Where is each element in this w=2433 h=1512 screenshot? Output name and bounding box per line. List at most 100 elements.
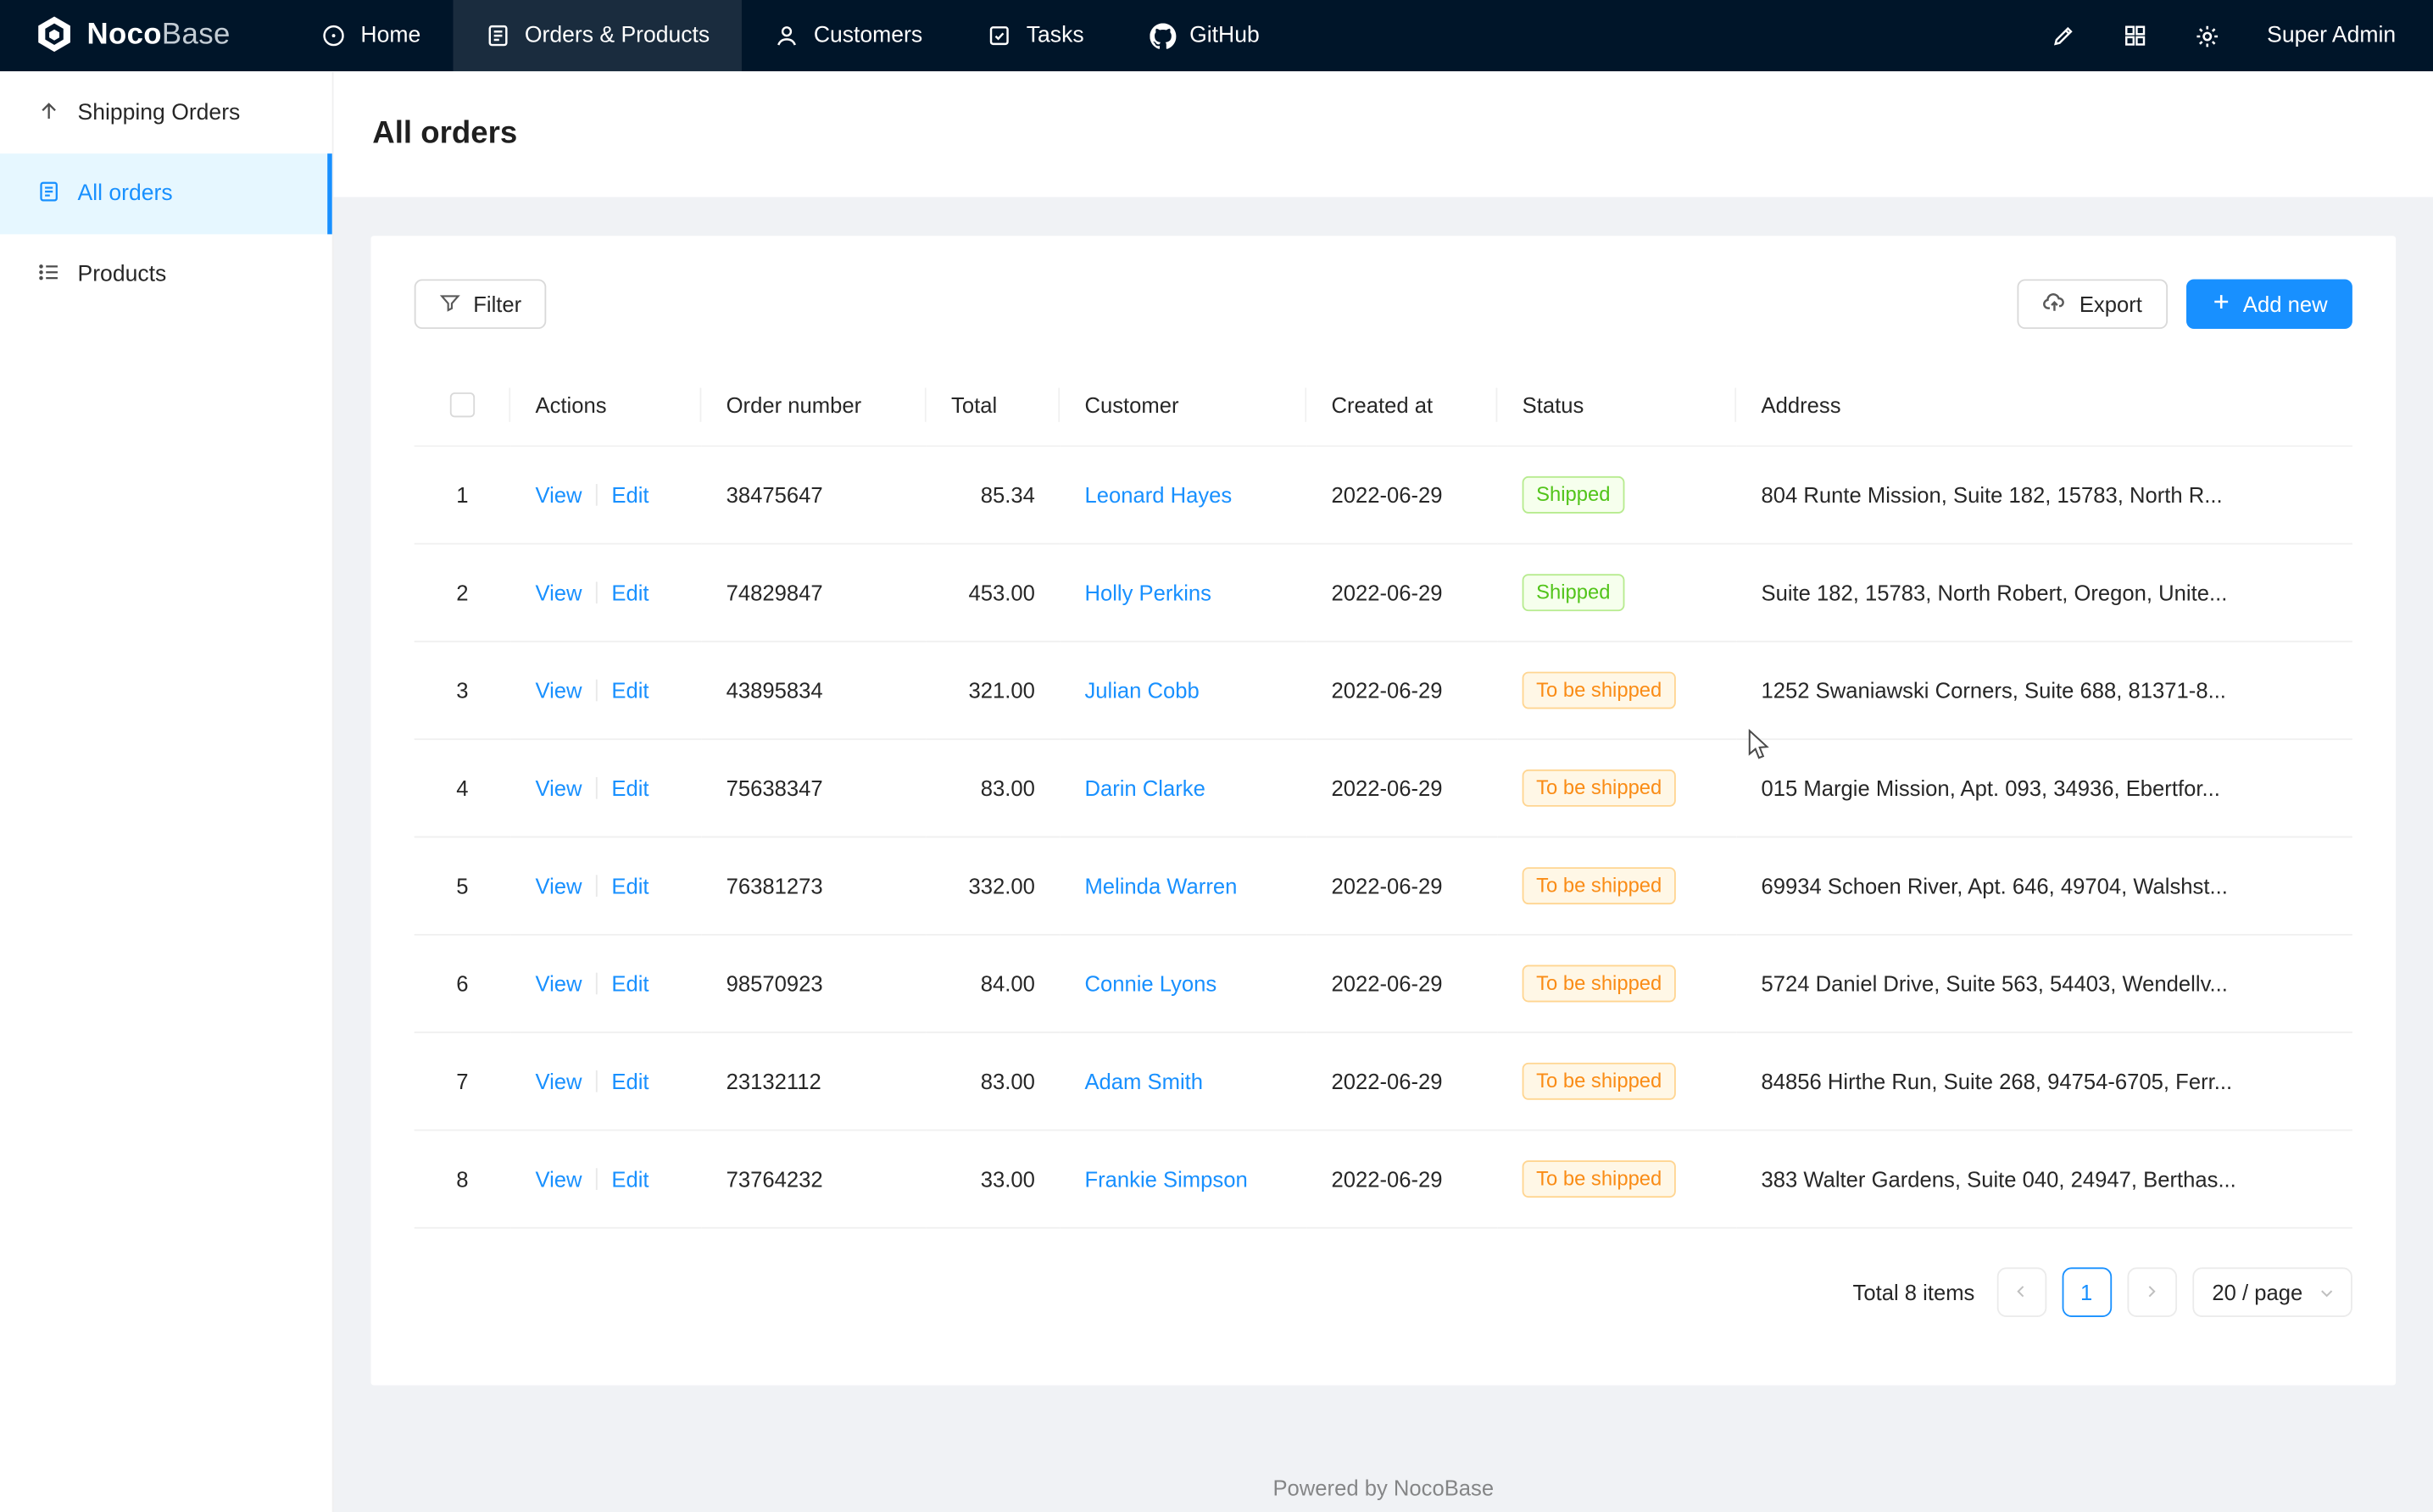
nav-item-orders-products[interactable]: Orders & Products bbox=[454, 0, 743, 71]
view-link[interactable]: View bbox=[535, 776, 582, 801]
order-number-cell: 74829847 bbox=[701, 544, 926, 642]
customer-link[interactable]: Julian Cobb bbox=[1084, 678, 1199, 703]
view-link[interactable]: View bbox=[535, 971, 582, 996]
brand-logo[interactable]: NocoBase bbox=[0, 14, 264, 58]
action-divider bbox=[596, 1071, 598, 1093]
sidebar-item-products[interactable]: Products bbox=[0, 234, 332, 314]
row-index: 6 bbox=[415, 935, 510, 1032]
page-size-select[interactable]: 20 / page bbox=[2192, 1268, 2352, 1318]
next-page-button[interactable] bbox=[2127, 1268, 2177, 1318]
sidebar-item-all-orders[interactable]: All orders bbox=[0, 153, 332, 234]
total-cell: 321.00 bbox=[927, 642, 1060, 739]
nav-item-home[interactable]: Home bbox=[289, 0, 453, 71]
customer-cell: Melinda Warren bbox=[1060, 837, 1306, 935]
edit-link[interactable]: Edit bbox=[611, 678, 649, 703]
customer-link[interactable]: Connie Lyons bbox=[1084, 971, 1216, 996]
top-navbar: NocoBase Home Orders & Products bbox=[0, 0, 2433, 71]
status-badge: Shipped bbox=[1523, 476, 1624, 514]
plugins-blocks-icon[interactable] bbox=[2123, 23, 2147, 47]
chevron-right-icon bbox=[2143, 1281, 2160, 1304]
row-index: 5 bbox=[415, 837, 510, 935]
nav-item-github[interactable]: GitHub bbox=[1116, 0, 1292, 71]
tasks-icon bbox=[988, 23, 1012, 47]
view-link[interactable]: View bbox=[535, 874, 582, 898]
total-cell: 332.00 bbox=[927, 837, 1060, 935]
row-index: 2 bbox=[415, 544, 510, 642]
sidebar-item-label: All orders bbox=[78, 181, 173, 206]
settings-gear-icon[interactable] bbox=[2194, 23, 2220, 49]
row-actions: View Edit bbox=[510, 935, 701, 1032]
address-cell: 5724 Daniel Drive, Suite 563, 54403, Wen… bbox=[1736, 935, 2352, 1032]
page-number-button[interactable]: 1 bbox=[2062, 1268, 2112, 1318]
export-button[interactable]: Export bbox=[2018, 279, 2168, 329]
edit-link[interactable]: Edit bbox=[611, 581, 649, 605]
nav-label: Customers bbox=[814, 23, 922, 47]
table-row: 6 ViewEdit 98570923 84.00 Connie Lyons 2… bbox=[415, 935, 2352, 1032]
filter-button[interactable]: Filter bbox=[415, 279, 547, 329]
status-cell: Shipped bbox=[1497, 544, 1736, 642]
view-link[interactable]: View bbox=[535, 581, 582, 605]
cloud-upload-icon bbox=[2042, 289, 2067, 319]
customer-link[interactable]: Adam Smith bbox=[1084, 1070, 1203, 1094]
user-menu[interactable]: Super Admin bbox=[2267, 23, 2396, 47]
nocobase-logo-icon bbox=[34, 14, 75, 58]
status-cell: To be shipped bbox=[1497, 642, 1736, 739]
select-all-checkbox[interactable] bbox=[450, 393, 475, 418]
nav-item-customers[interactable]: Customers bbox=[743, 0, 955, 71]
add-new-button[interactable]: Add new bbox=[2185, 279, 2352, 329]
customer-link[interactable]: Leonard Hayes bbox=[1084, 483, 1232, 508]
edit-link[interactable]: Edit bbox=[611, 776, 649, 801]
chevron-down-icon bbox=[2319, 1284, 2336, 1301]
edit-link[interactable]: Edit bbox=[611, 483, 649, 508]
customer-link[interactable]: Frankie Simpson bbox=[1084, 1167, 1247, 1192]
address-cell: 69934 Schoen River, Apt. 646, 49704, Wal… bbox=[1736, 837, 2352, 935]
status-cell: To be shipped bbox=[1497, 740, 1736, 837]
table-row: 3 ViewEdit 43895834 321.00 Julian Cobb 2… bbox=[415, 642, 2352, 739]
edit-link[interactable]: Edit bbox=[611, 1167, 649, 1192]
customer-cell: Holly Perkins bbox=[1060, 544, 1306, 642]
created-at-cell: 2022-06-29 bbox=[1306, 935, 1497, 1032]
action-divider bbox=[596, 582, 598, 604]
customer-cell: Adam Smith bbox=[1060, 1033, 1306, 1131]
action-divider bbox=[596, 778, 598, 800]
action-divider bbox=[596, 876, 598, 898]
customer-cell: Connie Lyons bbox=[1060, 935, 1306, 1032]
status-badge: To be shipped bbox=[1523, 1161, 1676, 1198]
total-cell: 83.00 bbox=[927, 740, 1060, 837]
footer: Powered by NocoBase bbox=[334, 1441, 2433, 1512]
arrow-up-icon bbox=[37, 98, 60, 128]
order-number-cell: 75638347 bbox=[701, 740, 926, 837]
page-size-value: 20 / page bbox=[2212, 1281, 2302, 1305]
status-cell: Shipped bbox=[1497, 447, 1736, 544]
view-link[interactable]: View bbox=[535, 1070, 582, 1094]
sidebar-item-shipping-orders[interactable]: Shipping Orders bbox=[0, 73, 332, 153]
edit-link[interactable]: Edit bbox=[611, 1070, 649, 1094]
sidebar-item-label: Products bbox=[78, 262, 167, 286]
action-divider bbox=[596, 973, 598, 995]
column-header-address: Address bbox=[1736, 363, 2352, 446]
list-icon bbox=[37, 260, 60, 290]
pagination: Total 8 items 1 bbox=[415, 1268, 2352, 1318]
orders-table: Actions Order number Total Customer Crea… bbox=[415, 363, 2352, 1229]
edit-link[interactable]: Edit bbox=[611, 971, 649, 996]
customer-link[interactable]: Holly Perkins bbox=[1084, 581, 1211, 605]
table-header-row: Actions Order number Total Customer Crea… bbox=[415, 363, 2352, 446]
created-at-cell: 2022-06-29 bbox=[1306, 447, 1497, 544]
view-link[interactable]: View bbox=[535, 678, 582, 703]
navbar-actions: Super Admin bbox=[2052, 23, 2433, 49]
nav-item-tasks[interactable]: Tasks bbox=[955, 0, 1117, 71]
table-body: 1 ViewEdit 38475647 85.34 Leonard Hayes … bbox=[415, 447, 2352, 1229]
view-link[interactable]: View bbox=[535, 483, 582, 508]
total-cell: 84.00 bbox=[927, 935, 1060, 1032]
row-actions: View Edit bbox=[510, 1131, 701, 1228]
edit-link[interactable]: Edit bbox=[611, 874, 649, 898]
ui-editor-pen-icon[interactable] bbox=[2052, 23, 2076, 47]
view-link[interactable]: View bbox=[535, 1167, 582, 1192]
home-icon bbox=[322, 23, 347, 47]
total-cell: 83.00 bbox=[927, 1033, 1060, 1131]
order-number-cell: 38475647 bbox=[701, 447, 926, 544]
prev-page-button[interactable] bbox=[1996, 1268, 2046, 1318]
customer-link[interactable]: Darin Clarke bbox=[1084, 776, 1205, 801]
customer-link[interactable]: Melinda Warren bbox=[1084, 874, 1237, 898]
created-at-cell: 2022-06-29 bbox=[1306, 1033, 1497, 1131]
